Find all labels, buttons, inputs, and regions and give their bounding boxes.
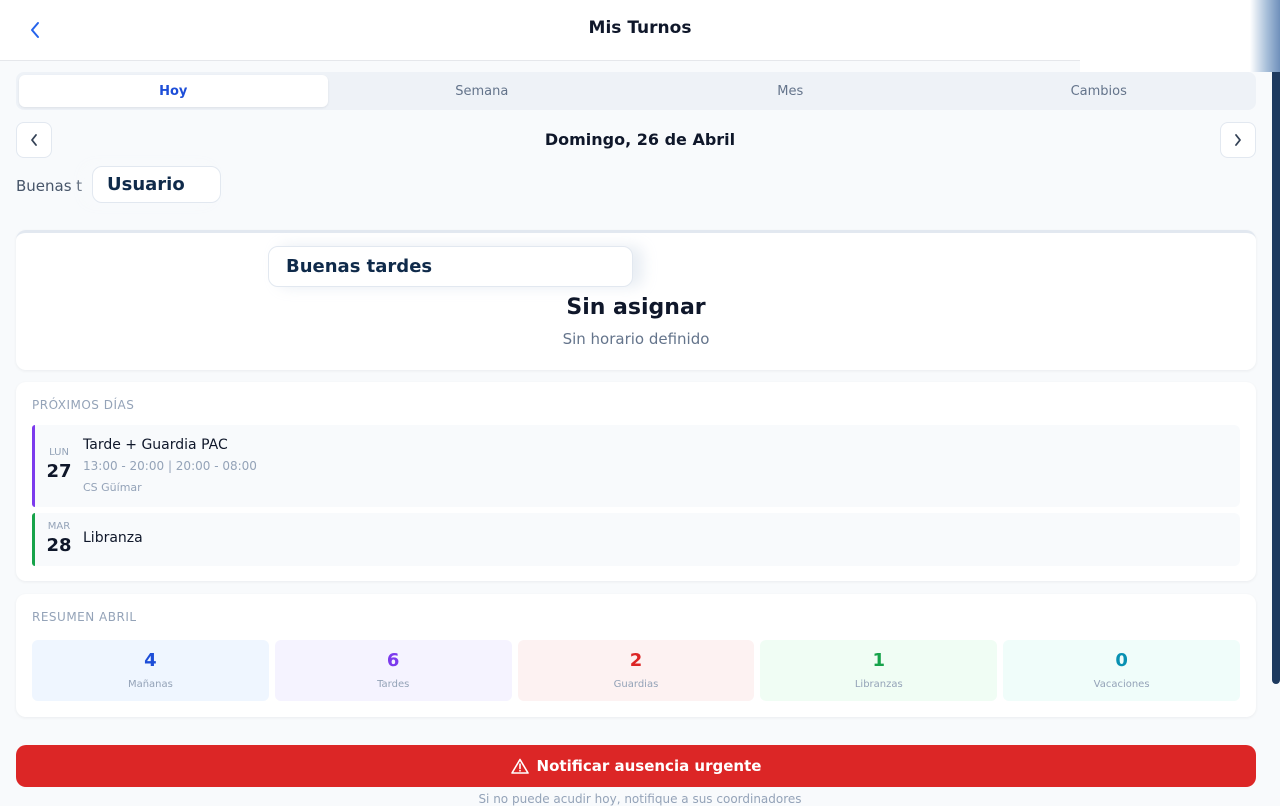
user-name-chip: Usuario <box>92 166 221 203</box>
stat-label: Libranzas <box>854 679 903 690</box>
tab-hoy[interactable]: Hoy <box>19 75 328 107</box>
stat-value: 2 <box>629 650 643 671</box>
day-number: 27 <box>46 461 72 482</box>
day-of-week: LUN <box>49 447 69 458</box>
shift-hours: Sin horario definido <box>562 330 710 348</box>
day-number: 28 <box>46 535 72 556</box>
shift-times: 13:00 - 20:00 | 20:00 - 08:00 <box>83 459 257 473</box>
stat-value: 6 <box>386 650 400 671</box>
stat-label: Mañanas <box>127 679 173 690</box>
scrollbar[interactable] <box>1272 72 1280 684</box>
urgent-absence-label: Notificar ausencia urgente <box>536 757 762 775</box>
tab-mes[interactable]: Mes <box>636 75 945 107</box>
stat-guardias: 2 Guardias <box>517 640 755 701</box>
tab-semana[interactable]: Semana <box>328 75 637 107</box>
stat-value: 0 <box>1115 650 1128 671</box>
shift-title: Tarde + Guardia PAC <box>83 437 228 453</box>
today-shift-card: Buenas tardes Sin asignar Sin horario de… <box>16 230 1256 370</box>
next-day-button[interactable] <box>1220 122 1256 158</box>
urgent-absence-button[interactable]: Notificar ausencia urgente <box>16 745 1256 787</box>
period-tabs: Hoy Semana Mes Cambios <box>16 72 1256 110</box>
shift-name: Sin asignar <box>566 295 706 320</box>
greeting-chip: Buenas tardes <box>268 246 633 287</box>
tab-cambios[interactable]: Cambios <box>945 75 1254 107</box>
chevron-right-icon <box>1235 134 1241 146</box>
day-row-monday[interactable]: LUN 27 Tarde + Guardia PAC 13:00 - 20:00… <box>32 425 1240 507</box>
day-of-week: MAR <box>47 521 71 532</box>
monthly-summary-card: RESUMEN ABRIL 4 Mañanas 6 Tardes 2 Guard… <box>16 594 1256 717</box>
stat-libranzas: 1 Libranzas <box>760 640 998 701</box>
stat-value: 1 <box>872 650 886 671</box>
header-overlay <box>1080 0 1260 72</box>
stat-value: 4 <box>144 650 157 671</box>
section-title: PRÓXIMOS DÍAS <box>32 398 135 412</box>
stat-label: Vacaciones <box>1093 679 1150 690</box>
shift-location: CS Güímar <box>83 481 142 494</box>
shift-title: Libranza <box>83 530 143 546</box>
urgent-hint: Si no puede acudir hoy, notifique a sus … <box>478 792 802 806</box>
section-title: RESUMEN ABRIL <box>32 610 137 624</box>
upcoming-days-card: PRÓXIMOS DÍAS LUN 27 Tarde + Guardia PAC… <box>16 382 1256 581</box>
greeting-text: Buenas t <box>16 177 83 195</box>
stat-label: Tardes <box>377 679 410 690</box>
stat-label: Guardias <box>613 679 659 690</box>
window-edge <box>1250 0 1280 72</box>
summary-stats: 4 Mañanas 6 Tardes 2 Guardias 1 Libranza… <box>32 640 1240 701</box>
current-date: Domingo, 26 de Abril <box>544 130 736 149</box>
stat-tardes: 6 Tardes <box>274 640 512 701</box>
stat-vacaciones: 0 Vacaciones <box>1003 640 1240 701</box>
day-row-tuesday[interactable]: MAR 28 Libranza <box>32 513 1240 566</box>
stat-mananas: 4 Mañanas <box>32 640 269 701</box>
warning-icon <box>510 758 529 774</box>
